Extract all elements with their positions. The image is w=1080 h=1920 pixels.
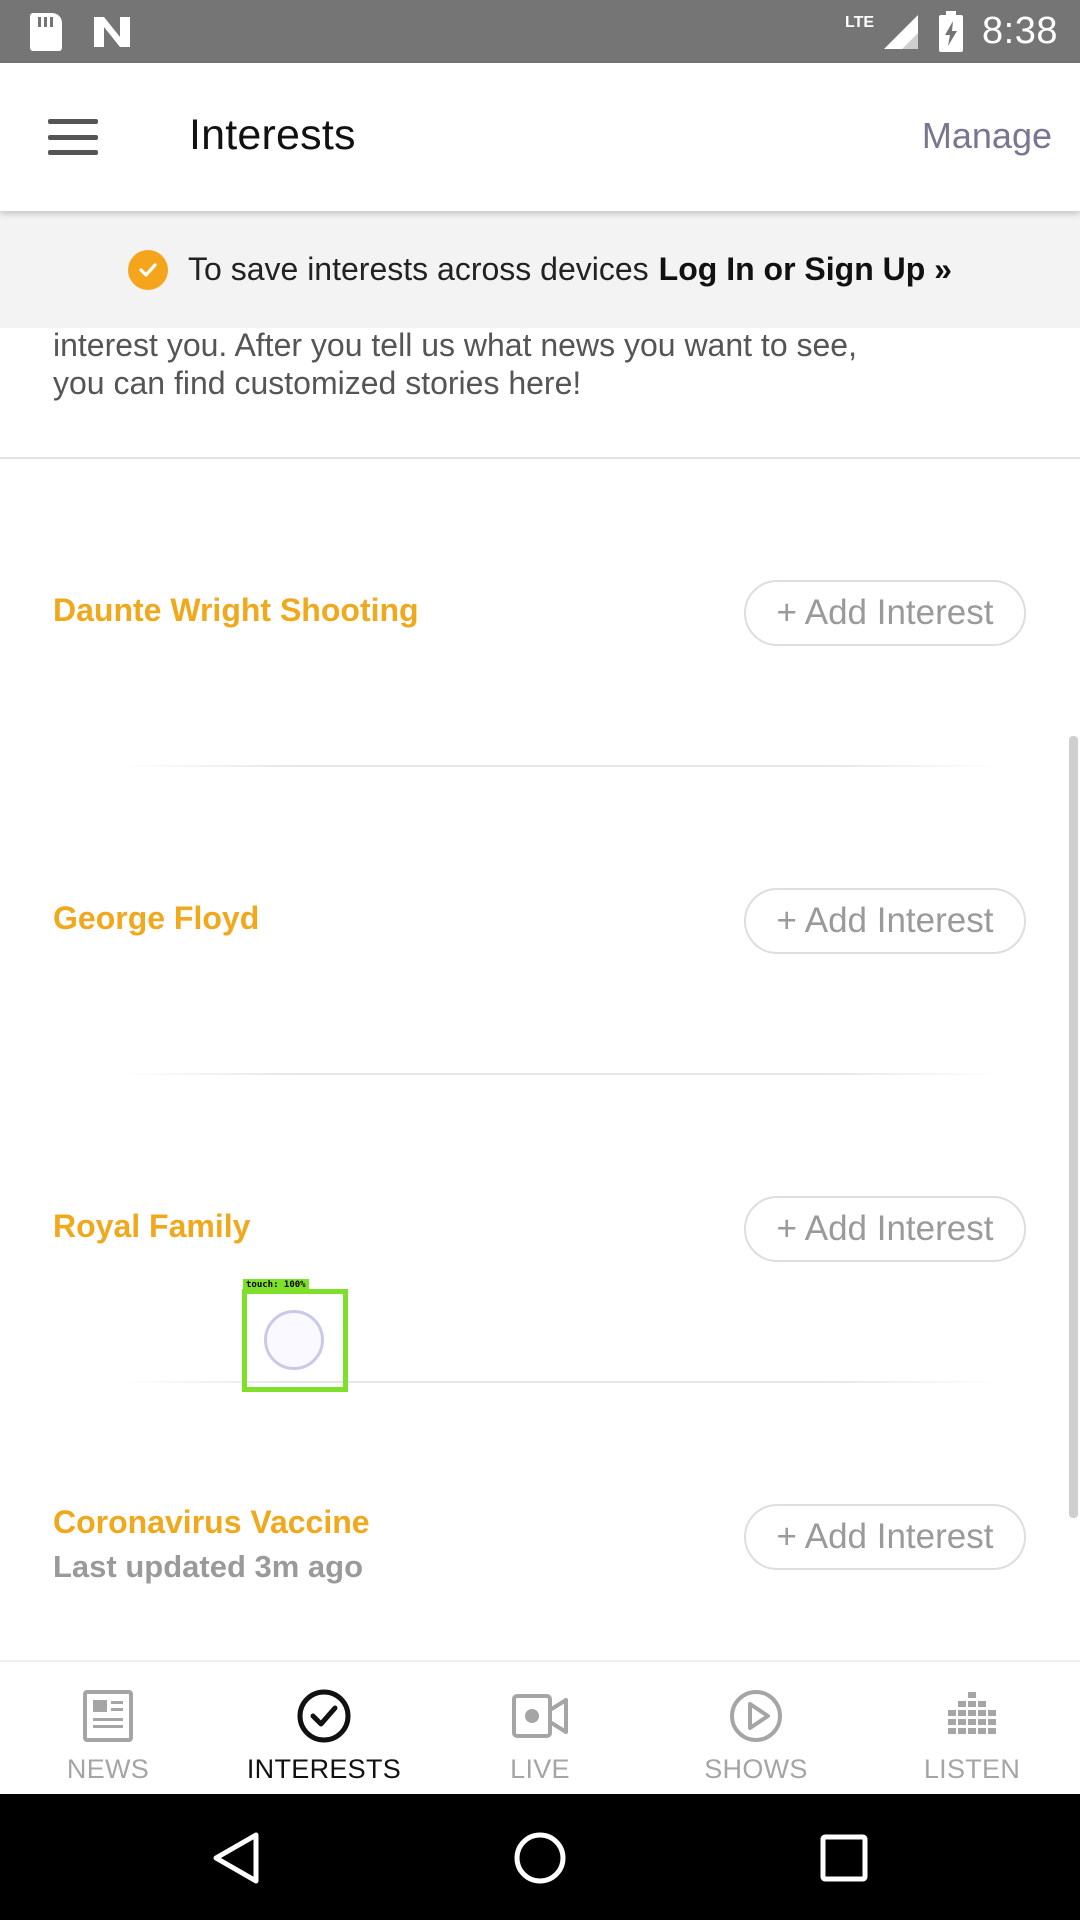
status-bar: LTE 8:38 [0, 0, 1080, 63]
battery-charging-icon [939, 10, 964, 52]
add-interest-button[interactable]: + Add Interest [744, 1196, 1026, 1262]
nav-shows[interactable]: SHOWS [648, 1662, 864, 1794]
nav-interests[interactable]: INTERESTS [216, 1662, 432, 1794]
nav-label: SHOWS [704, 1754, 808, 1784]
manage-button[interactable]: Manage [922, 115, 1052, 157]
topic-title[interactable]: George Floyd [53, 900, 259, 937]
add-interest-button[interactable]: + Add Interest [744, 580, 1026, 646]
play-circle-icon [728, 1688, 784, 1744]
divider [120, 1073, 1000, 1075]
nav-label: NEWS [66, 1754, 150, 1784]
app-bar: Interests Manage [0, 63, 1080, 211]
network-type: LTE [845, 13, 875, 31]
nav-label: INTERESTS [246, 1754, 402, 1784]
sd-card-icon [30, 12, 62, 51]
bottom-nav: NEWS INTERESTS LIVE SHOWS LISTEN [0, 1660, 1080, 1794]
signal-icon [884, 14, 919, 49]
menu-icon[interactable] [48, 119, 98, 155]
banner-text: To save interests across devices [188, 251, 649, 287]
nav-news[interactable]: NEWS [0, 1662, 216, 1794]
touch-point [264, 1310, 324, 1370]
home-icon[interactable] [508, 1826, 572, 1890]
recents-icon[interactable] [812, 1826, 876, 1890]
check-circle-icon [296, 1688, 352, 1744]
topic-title[interactable]: Coronavirus Vaccine [53, 1504, 370, 1541]
status-time: 8:38 [982, 10, 1058, 52]
divider [0, 457, 1080, 459]
equalizer-icon [946, 1688, 998, 1744]
system-nav-bar [0, 1794, 1080, 1920]
intro-text: interest you. After you tell us what new… [53, 326, 1013, 402]
topic-title[interactable]: Royal Family [53, 1208, 250, 1245]
login-banner[interactable]: To save interests across devices Log In … [0, 211, 1080, 328]
add-interest-button[interactable]: + Add Interest [744, 888, 1026, 954]
divider [120, 765, 1000, 767]
page-title: Interests [189, 111, 356, 159]
nav-label: LISTEN [923, 1754, 1021, 1784]
nav-listen[interactable]: LISTEN [864, 1662, 1080, 1794]
n-app-icon [94, 16, 130, 47]
login-signup-link[interactable]: Log In or Sign Up » [659, 251, 952, 288]
nav-live[interactable]: LIVE [432, 1662, 648, 1794]
scrollbar-thumb[interactable] [1069, 736, 1078, 1518]
topic-title[interactable]: Daunte Wright Shooting [53, 592, 419, 629]
intro-line: interest you. After you tell us what new… [53, 327, 857, 363]
newspaper-icon [82, 1688, 134, 1744]
add-interest-button[interactable]: + Add Interest [744, 1504, 1026, 1570]
back-icon[interactable] [204, 1826, 268, 1890]
topic-updated: Last updated 3m ago [53, 1549, 364, 1584]
video-camera-icon [511, 1688, 569, 1744]
intro-line: you can find customized stories here! [53, 365, 582, 401]
nav-label: LIVE [510, 1754, 570, 1784]
check-badge-icon [128, 249, 169, 290]
